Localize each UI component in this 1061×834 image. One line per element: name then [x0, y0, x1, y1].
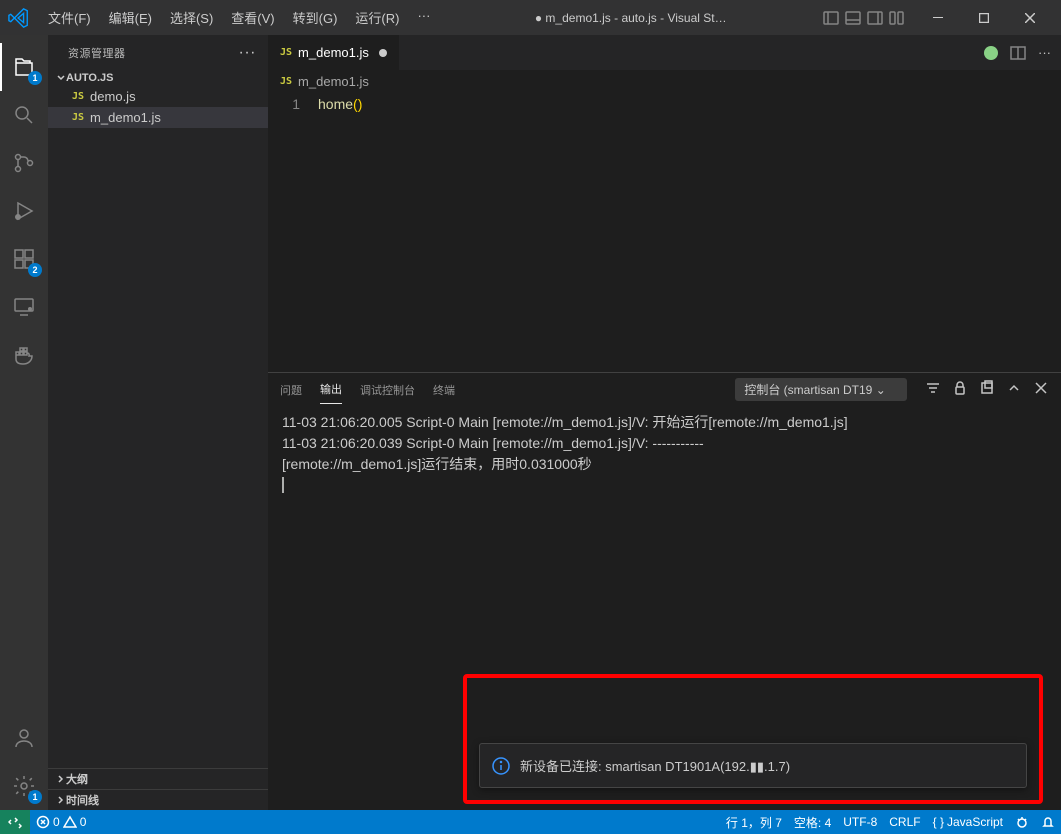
search-icon[interactable] — [0, 91, 48, 139]
encoding-status[interactable]: UTF-8 — [837, 810, 883, 834]
extensions-icon[interactable]: 2 — [0, 235, 48, 283]
window-controls — [915, 0, 1053, 35]
minimize-button[interactable] — [915, 0, 961, 35]
file-item-mdemo1[interactable]: JS m_demo1.js — [48, 107, 268, 128]
layout-icon[interactable] — [823, 10, 839, 26]
menu-view[interactable]: 查看(V) — [223, 4, 282, 31]
menu-goto[interactable]: 转到(G) — [285, 4, 346, 31]
code-content[interactable]: home() — [318, 94, 1061, 372]
folder-section: AUTO.JS JS demo.js JS m_demo1.js — [48, 70, 268, 128]
chevron-down-icon — [56, 73, 66, 83]
close-panel-icon[interactable] — [1033, 380, 1049, 396]
menu-select[interactable]: 选择(S) — [162, 4, 221, 31]
timeline-header[interactable]: 时间线 — [48, 789, 268, 810]
info-icon — [492, 757, 510, 775]
sidebar-title: 资源管理器 — [68, 45, 239, 61]
problems-status[interactable]: 0 0 — [30, 810, 92, 834]
lock-icon[interactable] — [952, 380, 968, 396]
notification-highlight: 新设备已连接: smartisan DT1901A(192.▮▮.1.7) — [463, 674, 1043, 804]
panel-tab-problems[interactable]: 问题 — [280, 376, 302, 404]
language-status[interactable]: { } JavaScript — [927, 810, 1009, 834]
file-name: m_demo1.js — [90, 110, 161, 125]
spaces-status[interactable]: 空格: 4 — [788, 810, 837, 834]
warning-icon — [63, 815, 77, 829]
remote-icon — [8, 815, 22, 829]
activity-bar: 1 2 1 — [0, 35, 48, 810]
modified-indicator-icon — [379, 49, 387, 57]
sidebar-more-icon[interactable]: ··· — [239, 44, 256, 62]
sidebar: 资源管理器 ··· AUTO.JS JS demo.js JS m_demo1.… — [48, 35, 268, 810]
status-bar: 0 0 行 1，列 7 空格: 4 UTF-8 CRLF { } JavaScr… — [0, 810, 1061, 834]
debug-icon[interactable] — [0, 187, 48, 235]
menu-file[interactable]: 文件(F) — [40, 4, 99, 31]
docker-icon[interactable] — [0, 331, 48, 379]
panel-tabs: 问题 输出 调试控制台 终端 控制台 (smartisan DT19 ⌄ — [268, 373, 1061, 406]
eol-status[interactable]: CRLF — [883, 810, 926, 834]
editor-tab-mdemo1[interactable]: JS m_demo1.js — [268, 35, 400, 70]
line-gutter: 1 — [268, 94, 318, 372]
sidebar-header: 资源管理器 ··· — [48, 35, 268, 70]
layout-icon[interactable] — [867, 10, 883, 26]
js-file-icon: JS — [280, 47, 292, 58]
menu-run[interactable]: 运行(R) — [347, 4, 407, 31]
maximize-button[interactable] — [961, 0, 1007, 35]
feedback-icon[interactable] — [1009, 810, 1035, 834]
breadcrumb-file: m_demo1.js — [298, 74, 369, 89]
layout-icon[interactable] — [845, 10, 861, 26]
clear-icon[interactable] — [979, 380, 995, 396]
tabbar-actions: ··· — [974, 45, 1061, 61]
close-button[interactable] — [1007, 0, 1053, 35]
menu-bar: 文件(F) 编辑(E) 选择(S) 查看(V) 转到(G) 运行(R) ··· — [40, 4, 438, 31]
filter-icon[interactable] — [925, 380, 941, 396]
file-name: demo.js — [90, 89, 136, 104]
explorer-icon[interactable]: 1 — [0, 43, 48, 91]
layout-icon[interactable] — [889, 10, 905, 26]
file-item-demo[interactable]: JS demo.js — [48, 86, 268, 107]
code-editor[interactable]: 1 home() — [268, 92, 1061, 372]
folder-header[interactable]: AUTO.JS — [48, 70, 268, 86]
remote-explorer-icon[interactable] — [0, 283, 48, 331]
title-bar: 文件(F) 编辑(E) 选择(S) 查看(V) 转到(G) 运行(R) ··· … — [0, 0, 1061, 35]
menu-more[interactable]: ··· — [409, 4, 438, 31]
maximize-panel-icon[interactable] — [1006, 380, 1022, 396]
notification-toast[interactable]: 新设备已连接: smartisan DT1901A(192.▮▮.1.7) — [479, 743, 1027, 788]
window-title: ● m_demo1.js - auto.js - Visual St… — [438, 11, 823, 25]
explorer-badge: 1 — [28, 71, 42, 85]
settings-icon[interactable]: 1 — [0, 762, 48, 810]
split-editor-icon[interactable] — [1010, 45, 1026, 61]
js-file-icon: JS — [280, 76, 292, 87]
error-icon — [36, 815, 50, 829]
js-file-icon: JS — [72, 112, 84, 123]
panel-tab-terminal[interactable]: 终端 — [433, 376, 455, 404]
panel-tab-output[interactable]: 输出 — [320, 375, 342, 404]
tab-bar: JS m_demo1.js ··· — [268, 35, 1061, 70]
folder-name: AUTO.JS — [66, 72, 113, 84]
settings-badge: 1 — [28, 790, 42, 804]
chevron-right-icon — [56, 774, 66, 784]
line-number: 1 — [268, 94, 300, 114]
extensions-badge: 2 — [28, 263, 42, 277]
remote-indicator[interactable] — [0, 810, 30, 834]
notifications-icon[interactable] — [1035, 810, 1061, 834]
cursor-position[interactable]: 行 1，列 7 — [720, 810, 788, 834]
panel-tab-debug[interactable]: 调试控制台 — [360, 376, 415, 404]
outline-label: 大纲 — [66, 771, 88, 787]
source-control-icon[interactable] — [0, 139, 48, 187]
menu-edit[interactable]: 编辑(E) — [101, 4, 160, 31]
connected-indicator-icon[interactable] — [984, 46, 998, 60]
tab-label: m_demo1.js — [298, 45, 369, 60]
chevron-right-icon — [56, 795, 66, 805]
account-icon[interactable] — [0, 714, 48, 762]
breadcrumb[interactable]: JS m_demo1.js — [268, 70, 1061, 92]
notification-text: 新设备已连接: smartisan DT1901A(192.▮▮.1.7) — [520, 756, 790, 775]
outline-header[interactable]: 大纲 — [48, 769, 268, 789]
more-actions-icon[interactable]: ··· — [1038, 45, 1051, 60]
js-file-icon: JS — [72, 91, 84, 102]
timeline-label: 时间线 — [66, 792, 99, 808]
vscode-icon — [8, 7, 30, 29]
output-channel-select[interactable]: 控制台 (smartisan DT19 ⌄ — [735, 378, 906, 401]
layout-icons — [823, 10, 905, 26]
